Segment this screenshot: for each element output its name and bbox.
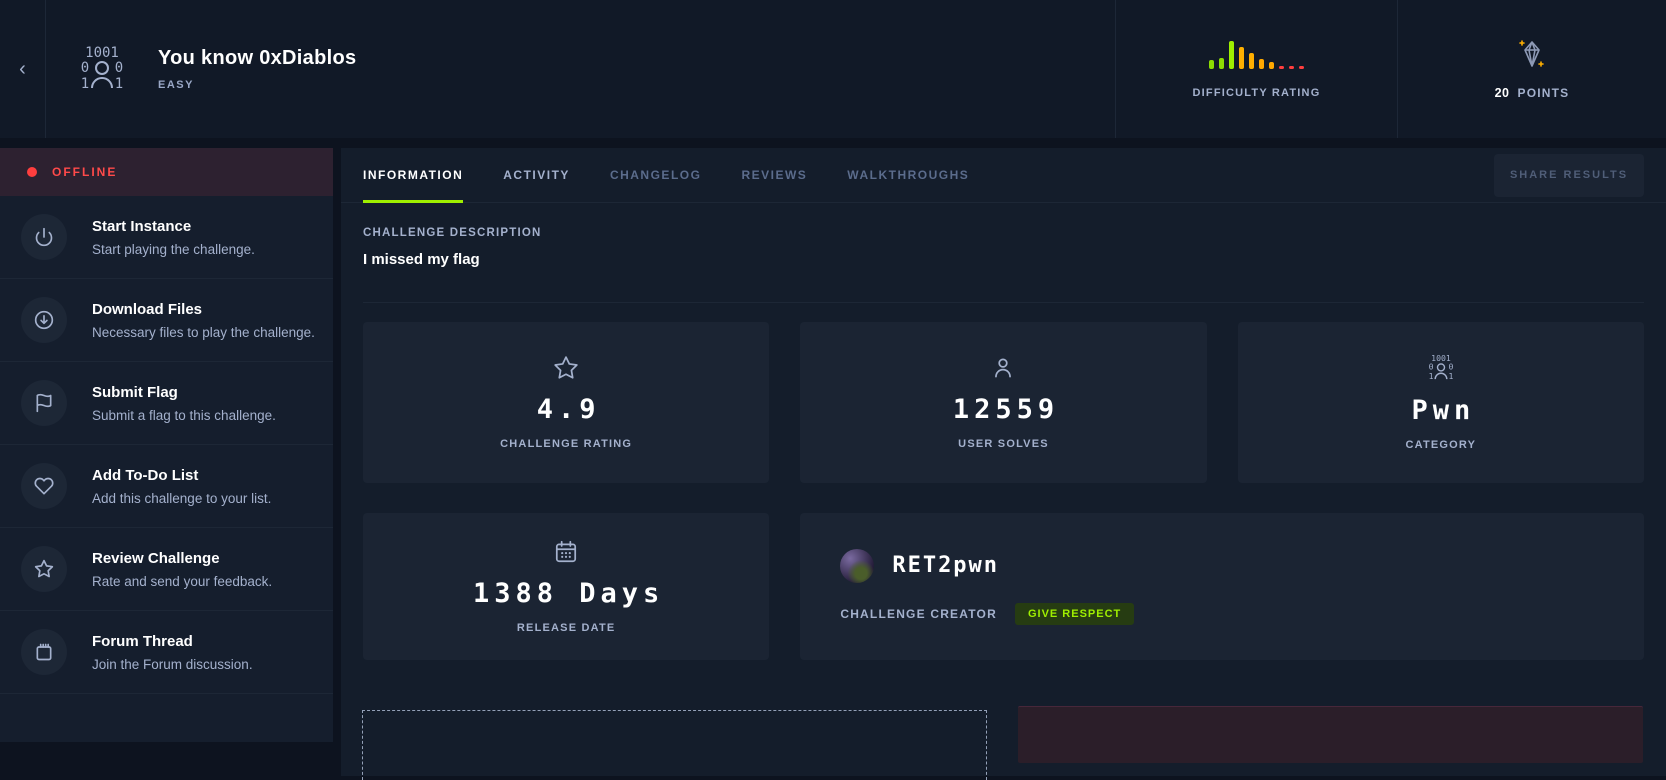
svg-text:1: 1 [1428, 371, 1433, 381]
status-dot-icon [27, 167, 37, 177]
pwn-icon: 1001 0 0 1 1 [1426, 354, 1456, 382]
sidebar-item-submit-flag[interactable]: Submit Flag Submit a flag to this challe… [0, 362, 333, 445]
sidebar-item-subtitle: Add this challenge to your list. [92, 491, 271, 506]
difficulty-bar [1279, 66, 1284, 69]
sidebar-item-add-todo[interactable]: Add To-Do List Add this challenge to you… [0, 445, 333, 528]
difficulty-bar [1269, 62, 1274, 69]
sidebar-item-forum-thread[interactable]: Forum Thread Join the Forum discussion. [0, 611, 333, 694]
creator-label: CHALLENGE CREATOR [840, 607, 997, 621]
difficulty-rating-label: DIFFICULTY RATING [1193, 87, 1321, 99]
user-solves-label: USER SOLVES [958, 438, 1049, 450]
creator-avatar[interactable] [840, 549, 874, 583]
user-solves-value: 12559 [948, 394, 1059, 425]
release-date-value: 1388 Days [468, 578, 664, 609]
heart-icon [21, 463, 67, 509]
back-button[interactable]: ‹ [0, 0, 46, 138]
header: ‹ 1001 0 0 1 1 You know 0xDiablos EASY D… [0, 0, 1666, 138]
main-content: INFORMATION ACTIVITY CHANGELOG REVIEWS W… [341, 148, 1666, 776]
sidebar-item-review-challenge[interactable]: Review Challenge Rate and send your feed… [0, 528, 333, 611]
difficulty-bar [1299, 66, 1304, 69]
challenge-description-text: I missed my flag [363, 251, 1644, 268]
difficulty-bar [1219, 58, 1224, 69]
tab-information[interactable]: INFORMATION [363, 148, 463, 202]
sidebar-item-download-files[interactable]: Download Files Necessary files to play t… [0, 279, 333, 362]
svg-text:1001: 1001 [85, 45, 119, 61]
challenge-rating-value: 4.9 [532, 394, 601, 425]
tab-reviews[interactable]: REVIEWS [741, 148, 807, 202]
power-icon [21, 214, 67, 260]
difficulty-rating-section: DIFFICULTY RATING [1115, 0, 1397, 138]
star-icon [553, 355, 579, 381]
sidebar-item-subtitle: Start playing the challenge. [92, 242, 255, 257]
sidebar-item-title: Forum Thread [92, 633, 253, 650]
release-date-label: RELEASE DATE [517, 622, 616, 634]
tab-bar: INFORMATION ACTIVITY CHANGELOG REVIEWS W… [341, 148, 1666, 203]
sidebar-item-title: Download Files [92, 301, 315, 318]
category-card: 1001 0 0 1 1 Pwn CATEGORY [1238, 322, 1644, 483]
sidebar: OFFLINE Start Instance Start playing the… [0, 148, 333, 742]
gem-icon [1517, 38, 1547, 70]
svg-text:0: 0 [1428, 362, 1433, 372]
svg-text:0: 0 [1448, 362, 1453, 372]
difficulty-bar [1229, 41, 1234, 69]
challenge-description-block: CHALLENGE DESCRIPTION I missed my flag [363, 203, 1644, 303]
sidebar-item-title: Review Challenge [92, 550, 272, 567]
give-respect-button[interactable]: GIVE RESPECT [1015, 603, 1134, 625]
challenge-rating-card: 4.9 CHALLENGE RATING [363, 322, 769, 483]
challenge-rating-label: CHALLENGE RATING [500, 438, 632, 450]
page-title: You know 0xDiablos [158, 47, 356, 70]
svg-text:0: 0 [81, 60, 89, 76]
user-icon [990, 355, 1016, 381]
status-label: OFFLINE [52, 165, 117, 179]
back-chevron-icon: ‹ [19, 58, 26, 81]
category-value: Pwn [1406, 395, 1475, 426]
challenge-title-section: 1001 0 0 1 1 You know 0xDiablos EASY [46, 0, 1115, 138]
points-label: POINTS [1518, 86, 1570, 100]
svg-text:1: 1 [81, 76, 89, 92]
dashed-placeholder-box [362, 710, 987, 780]
red-progress-strip [1018, 706, 1643, 763]
download-icon [21, 297, 67, 343]
svg-text:0: 0 [115, 60, 123, 76]
difficulty-bar [1209, 60, 1214, 69]
difficulty-bar [1239, 47, 1244, 69]
share-results-button[interactable]: SHARE RESULTS [1494, 154, 1644, 197]
flag-icon [21, 380, 67, 426]
sidebar-item-start-instance[interactable]: Start Instance Start playing the challen… [0, 196, 333, 279]
sidebar-item-title: Add To-Do List [92, 467, 271, 484]
points-section: 20 POINTS [1397, 0, 1666, 138]
user-solves-card: 12559 USER SOLVES [800, 322, 1206, 483]
svg-text:1: 1 [115, 76, 123, 92]
sidebar-item-subtitle: Necessary files to play the challenge. [92, 325, 315, 340]
stats-grid: 4.9 CHALLENGE RATING 12559 USER SOLVES 1… [363, 303, 1644, 660]
challenge-description-label: CHALLENGE DESCRIPTION [363, 227, 1644, 239]
points-value: 20 [1495, 86, 1510, 100]
category-label: CATEGORY [1405, 439, 1476, 451]
sidebar-item-subtitle: Rate and send your feedback. [92, 574, 272, 589]
svg-text:1: 1 [1448, 371, 1453, 381]
creator-name[interactable]: RET2pwn [892, 553, 999, 578]
difficulty-bar [1289, 66, 1294, 69]
status-badge: OFFLINE [0, 148, 333, 196]
calendar-icon [553, 539, 579, 565]
difficulty-bar [1249, 53, 1254, 69]
difficulty-badge: EASY [158, 79, 356, 91]
challenge-creator-card: RET2pwn CHALLENGE CREATOR GIVE RESPECT [800, 513, 1644, 660]
star-icon [21, 546, 67, 592]
forum-icon [21, 629, 67, 675]
sidebar-item-subtitle: Join the Forum discussion. [92, 657, 253, 672]
pwn-category-icon: 1001 0 0 1 1 [76, 45, 128, 93]
tab-changelog[interactable]: CHANGELOG [610, 148, 702, 202]
tab-activity[interactable]: ACTIVITY [503, 148, 570, 202]
sidebar-item-title: Submit Flag [92, 384, 276, 401]
difficulty-bar [1259, 59, 1264, 69]
tab-walkthroughs[interactable]: WALKTHROUGHS [847, 148, 969, 202]
release-date-card: 1388 Days RELEASE DATE [363, 513, 769, 660]
difficulty-chart [1209, 39, 1304, 69]
sidebar-item-title: Start Instance [92, 218, 255, 235]
sidebar-item-subtitle: Submit a flag to this challenge. [92, 408, 276, 423]
